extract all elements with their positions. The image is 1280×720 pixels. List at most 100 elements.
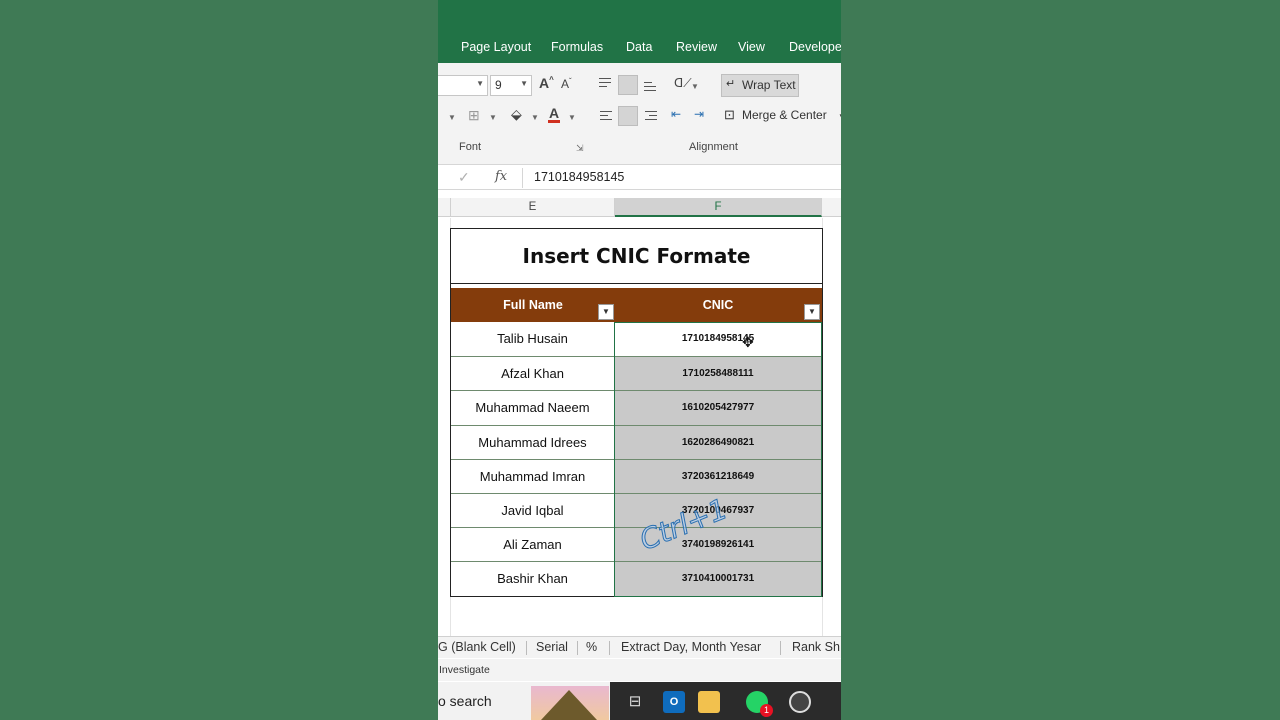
sheet-tab[interactable]: Serial	[536, 640, 568, 654]
cnic-cell[interactable]: 1610205427977	[615, 391, 821, 426]
status-text[interactable]: Investigate	[439, 664, 490, 676]
merge-icon: ⊡	[724, 107, 735, 122]
cnic-cell[interactable]: 1710258488111	[615, 357, 821, 392]
excel-window: Page Layout Formulas Data Review View De…	[438, 0, 841, 720]
sheet-tab[interactable]: G (Blank Cell)	[438, 640, 516, 654]
header-full-name[interactable]: Full Name	[451, 288, 615, 322]
decrease-font-icon[interactable]: Aˇ	[561, 78, 572, 91]
divider	[609, 641, 610, 655]
mouse-cursor-icon: ✥	[742, 334, 754, 350]
header-cnic[interactable]: CNIC	[615, 288, 821, 322]
bottom-align-icon[interactable]	[644, 77, 658, 91]
table-row: Muhammad Idrees 1620286490821	[451, 424, 822, 460]
taskbar: o search ⊟ O 1	[438, 682, 841, 720]
cnic-cell[interactable]: 3720361218649	[615, 459, 821, 494]
increase-indent-icon[interactable]: ⇥	[694, 108, 704, 120]
top-align-icon[interactable]	[599, 77, 613, 91]
middle-align-icon[interactable]	[618, 75, 638, 95]
dialog-launcher-icon[interactable]: ⇲	[576, 143, 584, 154]
divider	[577, 641, 578, 655]
cnic-cell[interactable]: 3710410001731	[615, 562, 821, 597]
column-e-header[interactable]: E	[451, 198, 615, 217]
name-cell[interactable]: Muhammad Naeem	[451, 391, 615, 426]
ribbon-tab-bar: Page Layout Formulas Data Review View De…	[438, 0, 841, 63]
sheet-tab[interactable]: Rank Sh	[792, 640, 840, 654]
align-right-icon[interactable]	[645, 110, 659, 124]
tab-view[interactable]: View	[738, 40, 765, 54]
font-size-combo[interactable]: 9 ▼	[490, 75, 532, 96]
table-body: Talib Husain 1710184958145 Afzal Khan 17…	[451, 322, 822, 597]
font-group-label: Font	[459, 141, 482, 153]
table-row: Muhammad Imran 3720361218649	[451, 458, 822, 494]
fx-icon[interactable]: fx	[495, 169, 507, 184]
chevron-down-icon[interactable]: ▼	[531, 113, 539, 122]
align-center-icon[interactable]	[618, 106, 638, 126]
name-cell[interactable]: Bashir Khan	[451, 562, 615, 597]
name-cell[interactable]: Talib Husain	[451, 322, 615, 356]
worksheet-grid[interactable]: Insert CNIC Formate Full Name ▼ CNIC ▼ T…	[438, 218, 841, 638]
alignment-group-label: Alignment	[689, 141, 738, 153]
tab-formulas[interactable]: Formulas	[551, 40, 603, 54]
sheet-tab[interactable]: Extract Day, Month Yesar	[621, 640, 761, 654]
whatsapp-icon[interactable]: 1	[746, 691, 773, 717]
status-bar: Investigate	[438, 659, 841, 681]
table-row: Bashir Khan 3710410001731	[451, 561, 822, 597]
chevron-down-icon[interactable]: ▼	[568, 113, 576, 122]
chevron-down-icon: ▼	[838, 112, 841, 121]
name-cell[interactable]: Muhammad Idrees	[451, 425, 615, 460]
tab-page-layout[interactable]: Page Layout	[461, 40, 531, 54]
task-view-icon[interactable]: ⊟	[624, 691, 646, 713]
notification-badge: 1	[760, 704, 773, 717]
background-right	[841, 0, 1280, 720]
borders-icon[interactable]: ⊞	[468, 108, 480, 122]
filter-dropdown-icon[interactable]: ▼	[598, 304, 614, 320]
fill-color-icon[interactable]: ⬙	[511, 107, 522, 121]
outlook-icon[interactable]: O	[663, 691, 685, 713]
column-header: E F	[438, 198, 841, 217]
align-left-icon[interactable]	[600, 110, 614, 124]
chevron-down-icon[interactable]: ▼	[489, 113, 497, 122]
tab-developer[interactable]: Developer	[789, 40, 841, 54]
increase-font-icon[interactable]: A^	[539, 76, 554, 91]
cnic-cell[interactable]: 1620286490821	[615, 425, 821, 460]
file-explorer-icon[interactable]	[698, 691, 720, 713]
taskbar-search-text[interactable]: o search	[438, 693, 492, 709]
font-size-value: 9	[495, 78, 502, 92]
orientation-icon[interactable]: ᗡ⟋	[674, 77, 692, 89]
obs-icon[interactable]	[789, 691, 811, 713]
tab-review[interactable]: Review	[676, 40, 717, 54]
table-header-row: Full Name ▼ CNIC ▼	[451, 288, 822, 322]
wrap-text-button[interactable]: ↵ Wrap Text	[721, 74, 799, 97]
chevron-down-icon[interactable]: ▼	[448, 113, 456, 122]
cnic-table: Insert CNIC Formate Full Name ▼ CNIC ▼ T…	[450, 228, 823, 597]
table-row: Muhammad Naeem 1610205427977	[451, 390, 822, 426]
wrap-text-label: Wrap Text	[742, 78, 796, 92]
merge-center-label: Merge & Center	[742, 108, 827, 122]
taskbar-icons: ⊟ O 1	[610, 682, 841, 720]
table-title[interactable]: Insert CNIC Formate	[451, 229, 822, 284]
divider	[780, 641, 781, 655]
name-cell[interactable]: Ali Zaman	[451, 528, 615, 563]
chevron-down-icon[interactable]: ▼	[691, 82, 699, 91]
row-header-corner	[438, 198, 451, 217]
merge-center-button[interactable]: ⊡ Merge & Center ▼	[722, 107, 841, 122]
table-row: Talib Husain 1710184958145	[451, 322, 822, 356]
name-cell[interactable]: Afzal Khan	[451, 357, 615, 392]
table-row: Ali Zaman 3740198926141	[451, 527, 822, 563]
name-cell[interactable]: Javid Iqbal	[451, 493, 615, 528]
sheet-tab[interactable]: %	[586, 640, 597, 654]
wrap-text-icon: ↵	[726, 78, 736, 90]
column-f-header[interactable]: F	[615, 198, 822, 217]
name-cell[interactable]: Muhammad Imran	[451, 459, 615, 494]
formula-bar: ✓ fx 1710184958145	[438, 166, 841, 190]
filter-dropdown-icon[interactable]: ▼	[804, 304, 820, 320]
decrease-indent-icon[interactable]: ⇤	[671, 108, 681, 120]
check-icon[interactable]: ✓	[458, 169, 470, 186]
divider	[522, 168, 523, 188]
font-color-icon[interactable]: A	[548, 106, 561, 123]
formula-input[interactable]: 1710184958145	[534, 170, 624, 184]
font-name-combo[interactable]: ▼	[438, 75, 488, 96]
cnic-cell[interactable]: 1710184958145	[615, 322, 821, 356]
tab-data[interactable]: Data	[626, 40, 652, 54]
mountain-icon	[541, 690, 597, 720]
